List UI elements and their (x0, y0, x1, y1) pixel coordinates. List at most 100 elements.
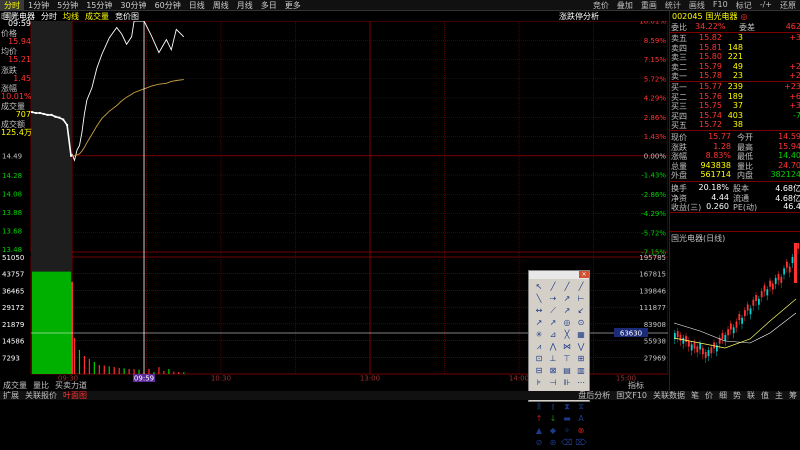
period-tab-7[interactable]: 周线 (209, 0, 233, 11)
stat-row[interactable]: 涨跌 1.28 最高 15.94 (671, 142, 800, 152)
ask-row[interactable]: 卖三 15.80 221 (671, 52, 800, 62)
draw-tool-icon[interactable]: ⌫ (561, 437, 573, 448)
toolbar-action-7[interactable]: -/+ (756, 0, 776, 11)
draw-tool-icon[interactable]: ⧗ (561, 401, 573, 412)
sub-item-auction[interactable]: 竞价图 (112, 11, 142, 22)
bid-row[interactable]: 买五 15.72 38 (671, 120, 800, 130)
draw-tool-icon[interactable]: ⌦ (575, 437, 587, 448)
draw-tool-icon[interactable]: ⟋ (547, 305, 559, 316)
draw-tool-icon[interactable]: ⊢ (575, 293, 587, 304)
draw-tool-icon[interactable]: ⋁ (575, 341, 587, 352)
draw-tool-icon[interactable]: ▲ (533, 425, 545, 436)
sub-item-avg[interactable]: 均线 (60, 11, 82, 22)
draw-tool-icon[interactable]: ↗ (533, 317, 545, 328)
close-icon[interactable]: × (579, 271, 589, 278)
period-tab-10[interactable]: 更多 (281, 0, 305, 11)
tab-related-quote[interactable]: 关联报价 (22, 390, 60, 401)
limit-up-analysis[interactable]: 涨跌停分析 (556, 11, 602, 22)
toolbar-action-2[interactable]: 重画 (637, 0, 661, 11)
stat-row[interactable]: 外盘 561714 内盘 382124 (671, 170, 800, 180)
draw-tool-icon[interactable]: ↙ (575, 305, 587, 316)
draw-tool-icon[interactable]: ⊿ (547, 329, 559, 340)
bid-row[interactable]: 买一 15.77 239 +23 (671, 82, 800, 92)
draw-tool-icon[interactable]: ↗ (561, 293, 573, 304)
period-tab-1[interactable]: 1分钟 (24, 0, 53, 11)
draw-tool-icon[interactable]: ⇢ (547, 293, 559, 304)
draw-tool-icon[interactable]: ⊠ (547, 365, 559, 376)
toolbar-action-8[interactable]: 还原 (776, 0, 800, 11)
toolbox-header[interactable]: × (529, 271, 589, 279)
draw-tool-icon[interactable]: ╱ (561, 281, 573, 292)
ask-row[interactable]: 卖二 15.79 49 +2 (671, 62, 800, 72)
draw-tool-icon[interactable]: ▬ (561, 413, 573, 424)
toolbar-action-3[interactable]: 统计 (661, 0, 685, 11)
ask-row[interactable]: 卖四 15.81 148 (671, 43, 800, 53)
draw-tool-icon[interactable]: ⊛ (547, 437, 559, 448)
bottom-right-tab-6[interactable]: 势 (730, 390, 744, 401)
draw-tool-icon[interactable]: ⊘ (533, 437, 545, 448)
draw-tool-icon[interactable]: ⊟ (533, 365, 545, 376)
stat2-row[interactable]: 收益(三) 0.260 PE(动) 46.4 (671, 202, 800, 212)
draw-tool-icon[interactable]: ↗ (547, 317, 559, 328)
period-tab-5[interactable]: 60分钟 (151, 0, 185, 11)
toolbar-action-5[interactable]: F10 (709, 0, 732, 11)
bottom-right-tab-8[interactable]: 值 (758, 390, 772, 401)
bid-row[interactable]: 买四 15.74 403 -7 (671, 111, 800, 121)
draw-tool-icon[interactable]: ⊡ (533, 353, 545, 364)
draw-tool-icon[interactable]: ⊞ (575, 353, 587, 364)
ask-row[interactable]: 卖五 15.82 3 +3 (671, 33, 800, 43)
tab-page-view[interactable]: 叶面图 (60, 390, 90, 401)
bottom-right-tab-9[interactable]: 主 (772, 390, 786, 401)
sub-item-volume[interactable]: 成交量 (82, 11, 112, 22)
toolbar-action-0[interactable]: 竞价 (589, 0, 613, 11)
stat-row[interactable]: 现价 15.77 今开 14.59 (671, 132, 800, 142)
draw-tool-icon[interactable]: ╳ (561, 329, 573, 340)
bottom-right-tab-1[interactable]: 国文F10 (613, 390, 650, 401)
draw-tool-icon[interactable]: ╱ (575, 281, 587, 292)
draw-tool-icon[interactable]: ⩘ (533, 341, 545, 352)
draw-tool-icon[interactable]: ╲ (533, 293, 545, 304)
draw-tool-icon[interactable]: ⋀ (547, 341, 559, 352)
draw-tool-icon[interactable]: ⊥ (547, 353, 559, 364)
draw-tool-icon[interactable]: ⧖ (575, 401, 587, 412)
draw-tool-icon[interactable]: ↔ (533, 305, 545, 316)
draw-tool-icon[interactable]: ⋈ (561, 341, 573, 352)
mini-kline-chart[interactable] (670, 243, 800, 398)
draw-tool-icon[interactable]: ◆ (547, 425, 559, 436)
toolbar-action-1[interactable]: 叠加 (613, 0, 637, 11)
draw-tool-icon[interactable]: ⫾ (547, 401, 559, 412)
bottom-right-tab-10[interactable]: 筹 (786, 390, 800, 401)
bottom-right-tab-0[interactable]: 盘后分析 (575, 390, 613, 401)
toolbar-action-6[interactable]: 标记 (732, 0, 756, 11)
bid-row[interactable]: 买二 15.76 189 +6 (671, 92, 800, 102)
draw-tool-icon[interactable]: ↑ (533, 413, 545, 424)
toolbar-action-4[interactable]: 画线 (685, 0, 709, 11)
draw-tool-icon[interactable]: ✧ (561, 425, 573, 436)
draw-tool-icon[interactable]: A (575, 413, 587, 424)
period-tab-8[interactable]: 月线 (233, 0, 257, 11)
stat-row[interactable]: 总量 943838 量比 24.70 (671, 161, 800, 171)
draw-tool-icon[interactable]: ⊗ (575, 425, 587, 436)
bid-row[interactable]: 买三 15.75 37 +3 (671, 101, 800, 111)
draw-tool-icon[interactable]: ◎ (561, 317, 573, 328)
stat-row[interactable]: 涨幅 8.83% 最低 14.40 (671, 151, 800, 161)
bottom-right-tab-7[interactable]: 联 (744, 390, 758, 401)
draw-tool-icon[interactable]: ╱ (547, 281, 559, 292)
stat2-row[interactable]: 换手 20.18% 股本 4.68亿 (671, 183, 800, 193)
period-tab-9[interactable]: 多日 (257, 0, 281, 11)
draw-tool-icon[interactable]: ⊙ (575, 317, 587, 328)
chart-mode-label[interactable]: 分时 (38, 11, 60, 22)
period-tab-2[interactable]: 5分钟 (53, 0, 82, 11)
draw-tool-icon[interactable]: ⊤ (561, 353, 573, 364)
draw-tool-icon[interactable]: ↗ (561, 305, 573, 316)
period-tab-4[interactable]: 30分钟 (116, 0, 150, 11)
ask-row[interactable]: 卖一 15.78 23 +2 (671, 71, 800, 81)
bottom-right-tab-4[interactable]: 价 (702, 390, 716, 401)
draw-tool-icon[interactable]: ▦ (575, 329, 587, 340)
tab-expand[interactable]: 扩展 (0, 390, 22, 401)
draw-tool-icon[interactable]: ↖ (533, 281, 545, 292)
stat2-row[interactable]: 净资 4.44 流通 4.68亿 (671, 193, 800, 203)
draw-tool-icon[interactable]: ⫼ (533, 401, 545, 412)
draw-tool-icon[interactable]: ▥ (575, 365, 587, 376)
bottom-right-tab-2[interactable]: 关联数据 (650, 390, 688, 401)
